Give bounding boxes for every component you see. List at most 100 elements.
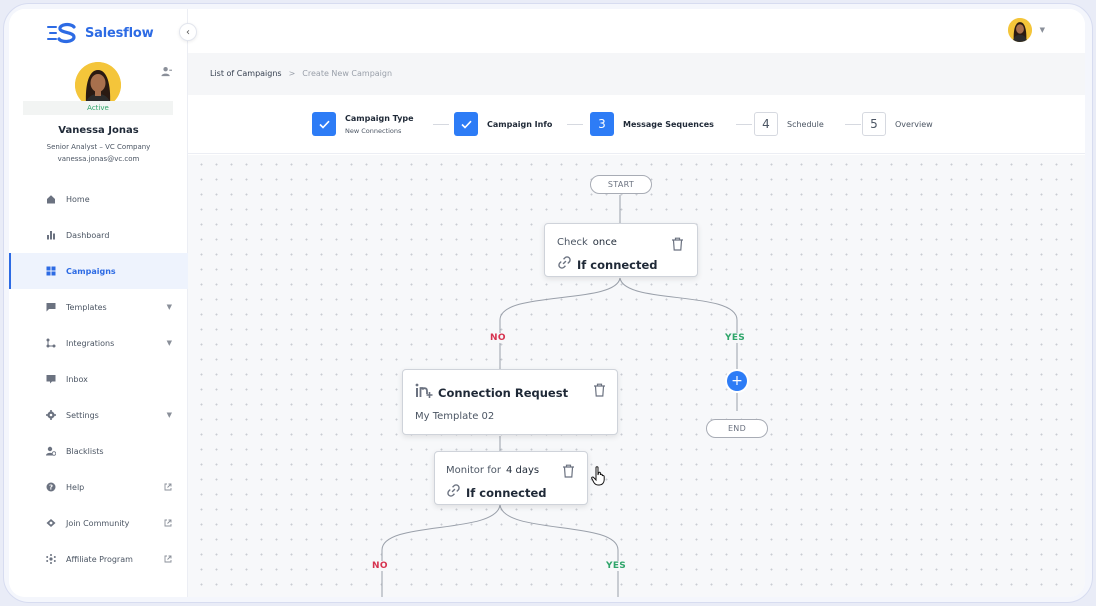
monitor-condition: If connected	[466, 485, 547, 500]
step-number: 4	[754, 112, 778, 136]
home-icon	[46, 194, 56, 204]
caret-down-icon[interactable]: ▼	[167, 303, 172, 311]
sidebar-item-label: Inbox	[66, 374, 88, 384]
switch-user-icon[interactable]	[161, 62, 172, 81]
blacklist-icon	[46, 446, 56, 456]
connection-request-node[interactable]: Connection Request My Template 02	[402, 369, 618, 435]
branch-no-label: NO	[370, 561, 390, 571]
breadcrumb-create-new-campaign: Create New Campaign	[302, 69, 393, 78]
sidebar-item-label: Blacklists	[66, 446, 104, 456]
check-label: Check	[557, 237, 588, 248]
check-node[interactable]: Check once If connected	[544, 223, 698, 277]
account-caret-down-icon[interactable]: ▼	[1040, 26, 1045, 34]
sidebar-item-dashboard[interactable]: Dashboard	[9, 217, 188, 253]
sidebar-item-integrations[interactable]: Integrations ▼	[9, 325, 188, 361]
sequence-canvas[interactable]: START Check once If connected NO YES Con…	[188, 155, 1085, 597]
breadcrumb-bar: List of Campaigns > Create New Campaign	[188, 53, 1085, 95]
app-logo[interactable]: Salesflow	[47, 22, 154, 44]
flow-connectors	[381, 195, 738, 597]
sidebar-item-settings[interactable]: Settings ▼	[9, 397, 188, 433]
salesflow-logo-icon	[47, 22, 76, 44]
community-icon	[46, 518, 56, 528]
step-campaign-type[interactable]: Campaign Type New Connections	[312, 112, 414, 136]
top-header: ▼	[188, 9, 1085, 53]
external-link-icon[interactable]	[164, 555, 172, 565]
check-condition: If connected	[577, 257, 658, 272]
sidebar-item-label: Integrations	[66, 338, 115, 348]
monitor-duration[interactable]: 4 days	[506, 465, 539, 476]
step-number: 3	[590, 112, 614, 136]
step-label: Campaign Info	[487, 119, 553, 129]
sidebar-item-label: Home	[66, 194, 90, 204]
app-name: Salesflow	[85, 25, 154, 41]
branch-yes-label: YES	[723, 333, 748, 343]
step-label: Campaign Type	[345, 113, 414, 123]
svg-text:?: ?	[49, 484, 53, 492]
monitor-node[interactable]: Monitor for 4 days If connected	[434, 451, 588, 505]
step-sublabel: New Connections	[345, 126, 402, 135]
user-role: Senior Analyst – VC Company	[46, 143, 151, 151]
hand-cursor-icon	[591, 466, 607, 490]
sidebar-item-label: Join Community	[66, 518, 130, 528]
step-connector	[567, 124, 583, 125]
sidebar-item-affiliate-program[interactable]: Affiliate Program	[9, 541, 188, 577]
sidebar-item-label: Campaigns	[66, 266, 116, 276]
caret-down-icon[interactable]: ▼	[167, 339, 172, 347]
grid-icon	[46, 266, 56, 276]
external-link-icon[interactable]	[164, 519, 172, 529]
link-icon	[446, 483, 461, 502]
step-label: Overview	[895, 119, 933, 129]
user-name: Vanessa Jonas	[58, 125, 139, 136]
step-campaign-info[interactable]: Campaign Info	[454, 112, 552, 136]
breadcrumb-list-of-campaigns[interactable]: List of Campaigns	[210, 69, 282, 78]
delete-node-icon[interactable]	[562, 463, 575, 482]
check-frequency[interactable]: once	[593, 237, 617, 248]
collapse-sidebar-button[interactable]: ‹	[179, 23, 197, 41]
link-icon	[557, 255, 572, 274]
add-step-button[interactable]: +	[727, 371, 747, 391]
delete-node-icon[interactable]	[593, 382, 606, 401]
branch-no-label: NO	[488, 333, 508, 343]
step-label: Message Sequences	[623, 119, 714, 129]
plus-icon: +	[731, 373, 743, 389]
bar-chart-icon	[46, 230, 56, 240]
gear-icon	[46, 410, 56, 420]
sidebar-item-home[interactable]: Home	[9, 181, 188, 217]
linkedin-add-icon	[415, 383, 433, 403]
sidebar-item-label: Dashboard	[66, 230, 110, 240]
step-connector	[433, 124, 449, 125]
caret-down-icon[interactable]: ▼	[167, 411, 172, 419]
affiliate-icon	[46, 554, 56, 564]
sidebar-item-campaigns[interactable]: Campaigns	[9, 253, 188, 289]
step-schedule[interactable]: 4 Schedule	[754, 112, 824, 136]
sidebar-item-join-community[interactable]: Join Community	[9, 505, 188, 541]
help-icon: ?	[46, 482, 56, 492]
monitor-label: Monitor for	[446, 465, 501, 476]
flow-end: END	[706, 419, 768, 438]
step-message-sequences[interactable]: 3 Message Sequences	[590, 112, 714, 136]
sidebar: Salesflow Active Vanessa Jonas Senior An…	[9, 9, 188, 597]
template-name[interactable]: My Template 02	[415, 411, 494, 422]
chat-icon	[46, 302, 56, 312]
step-connector	[736, 124, 752, 125]
sidebar-item-templates[interactable]: Templates ▼	[9, 289, 188, 325]
sidebar-item-label: Help	[66, 482, 85, 492]
external-link-icon[interactable]	[164, 483, 172, 493]
delete-node-icon[interactable]	[671, 236, 684, 255]
user-email: vanessa.jonas@vc.com	[57, 155, 140, 163]
campaign-stepper: Campaign Type New Connections Campaign I…	[188, 95, 1085, 154]
flow-start: START	[590, 175, 652, 194]
status-text: Active	[87, 104, 109, 112]
sidebar-nav: Home Dashboard Campaigns Templates ▼ Int…	[9, 181, 188, 577]
connection-request-title: Connection Request	[438, 386, 569, 400]
breadcrumb: List of Campaigns > Create New Campaign	[210, 69, 392, 78]
sidebar-item-label: Templates	[66, 302, 107, 312]
app-window: Salesflow Active Vanessa Jonas Senior An…	[9, 9, 1085, 597]
sidebar-item-inbox[interactable]: Inbox	[9, 361, 188, 397]
step-overview[interactable]: 5 Overview	[862, 112, 933, 136]
sidebar-item-help[interactable]: ? Help	[9, 469, 188, 505]
account-avatar[interactable]	[1008, 18, 1032, 42]
sidebar-item-blacklists[interactable]: Blacklists	[9, 433, 188, 469]
sidebar-item-label: Affiliate Program	[66, 554, 133, 564]
check-icon	[312, 112, 336, 136]
